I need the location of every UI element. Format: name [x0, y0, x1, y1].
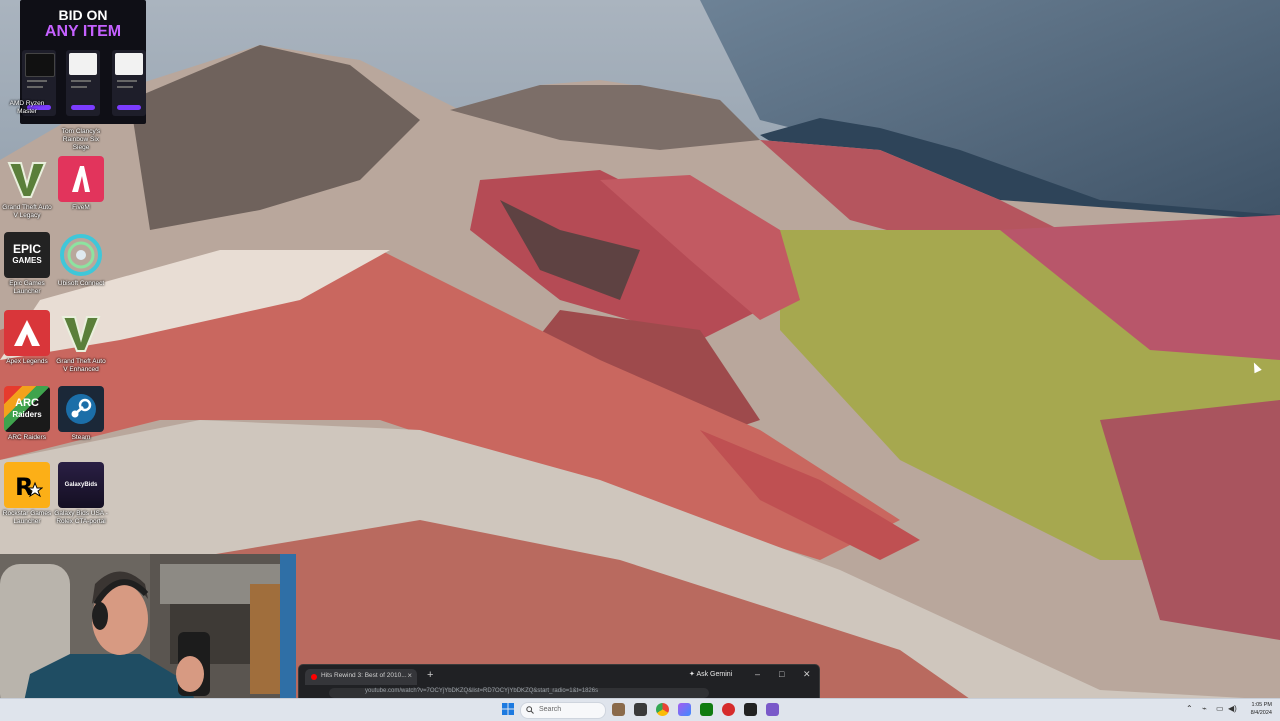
arc-tile-text: ARC	[15, 397, 39, 409]
browser-window[interactable]: Hits Rewind 3: Best of 2010... × + ✦ Ask…	[298, 664, 820, 700]
app-icon[interactable]	[766, 703, 779, 716]
desktop-icon-label: Grand Theft Auto V Enhanced	[56, 358, 106, 373]
ask-gemini-label: Ask Gemini	[696, 671, 733, 678]
clock-date: 8/4/2024	[1250, 710, 1272, 716]
record-app-icon[interactable]	[722, 703, 735, 716]
youtube-icon	[311, 674, 317, 680]
desktop-icon-label: Tom Clancy's Rainbow Six Siege	[61, 128, 101, 151]
minimize-button[interactable]: –	[755, 669, 760, 679]
epic-tile-text: GAMES	[12, 256, 42, 265]
widgets-icon[interactable]	[612, 703, 625, 716]
taskbar-search-placeholder: Search	[539, 706, 562, 713]
desktop-icon-label: Rockstar Games Launcher	[2, 510, 52, 525]
gta-v-icon	[58, 310, 104, 356]
ad-headline: BID ON	[58, 7, 108, 23]
arc-raiders-icon: ARC Raiders	[4, 386, 50, 432]
gta-v-icon	[4, 156, 50, 202]
svg-text:R: R	[15, 473, 33, 501]
desktop-icon-rainbow-six[interactable]: Tom Clancy's Rainbow Six Siege	[54, 98, 108, 152]
desktop-icon-rockstar-launcher[interactable]: R Rockstar Games Launcher	[0, 462, 54, 526]
ad-product-card	[112, 50, 146, 116]
desktop-icon-label: AMD Ryzen Master	[9, 100, 45, 115]
browser-tab-title: Hits Rewind 3: Best of 2010...	[321, 672, 407, 679]
address-bar[interactable]: youtube.com/watch?v=7OCYjYbDKZQ&list=RD7…	[329, 688, 709, 698]
galaxy-bids-icon: GalaxyBids	[58, 462, 104, 508]
taskbar-search-box[interactable]: Search	[520, 702, 606, 719]
webcam-overlay	[0, 554, 296, 720]
desktop-icon-gta-v-enhanced[interactable]: Grand Theft Auto V Enhanced	[54, 310, 108, 374]
taskbar: Search ⌃ ⌁ ▭ ◀) 1:05 PM 8/4/2024	[0, 698, 1280, 721]
copilot-icon[interactable]	[678, 703, 691, 716]
task-view-icon[interactable]	[634, 703, 647, 716]
ask-gemini-button[interactable]: ✦ Ask Gemini	[689, 670, 732, 678]
clock-time: 1:05 PM	[1251, 702, 1272, 708]
address-bar-url: youtube.com/watch?v=7OCYjYbDKZQ&list=RD7…	[365, 688, 599, 694]
desktop-icon-label: ARC Raiders	[8, 434, 46, 441]
apex-icon	[4, 310, 50, 356]
desktop-icon-arc-raiders[interactable]: ARC Raiders ARC Raiders	[0, 386, 54, 442]
fivem-icon	[58, 156, 104, 202]
steam-icon	[58, 386, 104, 432]
desktop-icon-label: Galaxy Bids USA - Rolex CTA-portal	[54, 510, 108, 525]
desktop-icon-steam[interactable]: Steam	[54, 386, 108, 442]
epic-games-icon: EPIC GAMES	[4, 232, 50, 278]
xbox-icon[interactable]	[700, 703, 713, 716]
webcam-feed-image	[0, 554, 296, 720]
desktop-icon-ubisoft-connect[interactable]: Ubisoft Connect	[54, 232, 108, 288]
desktop-icon-apex-legends[interactable]: Apex Legends	[0, 310, 54, 366]
tray-chevron-icon[interactable]: ⌃	[1186, 704, 1193, 713]
desktop-icon-label: Apex Legends	[6, 358, 48, 365]
browser-tab[interactable]: Hits Rewind 3: Best of 2010... ×	[305, 669, 417, 685]
desktop-icon-galaxy-bids[interactable]: GalaxyBids Galaxy Bids USA - Rolex CTA-p…	[54, 462, 108, 526]
rockstar-icon: R	[4, 462, 50, 508]
desktop-icon-label: Ubisoft Connect	[57, 280, 105, 287]
ad-subheadline: ANY ITEM	[44, 23, 122, 40]
network-icon[interactable]: ⌁	[1202, 704, 1207, 713]
desktop-icon-amd-ryzen-master[interactable]: AMD Ryzen Master	[0, 98, 54, 116]
search-icon	[526, 706, 534, 714]
windows-start-icon[interactable]	[502, 703, 514, 715]
close-tab-icon[interactable]: ×	[407, 671, 412, 680]
galaxy-tile-text: GalaxyBids	[64, 482, 98, 488]
ubisoft-icon	[58, 232, 104, 278]
desktop-icon-label: Steam	[71, 434, 91, 441]
epic-tile-text: EPIC	[12, 242, 41, 256]
arc-tile-text: Raiders	[12, 410, 42, 419]
desktop-icon-gta-v-legacy[interactable]: Grand Theft Auto V Legacy	[0, 156, 54, 220]
desktop-icon-epic-games[interactable]: EPIC GAMES Epic Games Launcher	[0, 232, 54, 296]
new-tab-button[interactable]: +	[427, 669, 433, 681]
display-icon[interactable]: ▭	[1216, 704, 1224, 713]
maximize-button[interactable]: □	[779, 669, 784, 679]
desktop-icon-label: FiveM	[72, 204, 90, 211]
desktop-icon-label: Epic Games Launcher	[9, 280, 45, 295]
taskbar-clock[interactable]: 1:05 PM 8/4/2024	[1244, 701, 1272, 717]
desktop-icon-fivem[interactable]: FiveM	[54, 156, 108, 212]
chrome-icon[interactable]	[656, 703, 669, 716]
desktop-icon-label: Grand Theft Auto V Legacy	[2, 204, 52, 219]
volume-icon[interactable]: ◀)	[1228, 704, 1237, 713]
obs-icon[interactable]	[744, 703, 757, 716]
close-window-button[interactable]: ✕	[803, 669, 811, 680]
